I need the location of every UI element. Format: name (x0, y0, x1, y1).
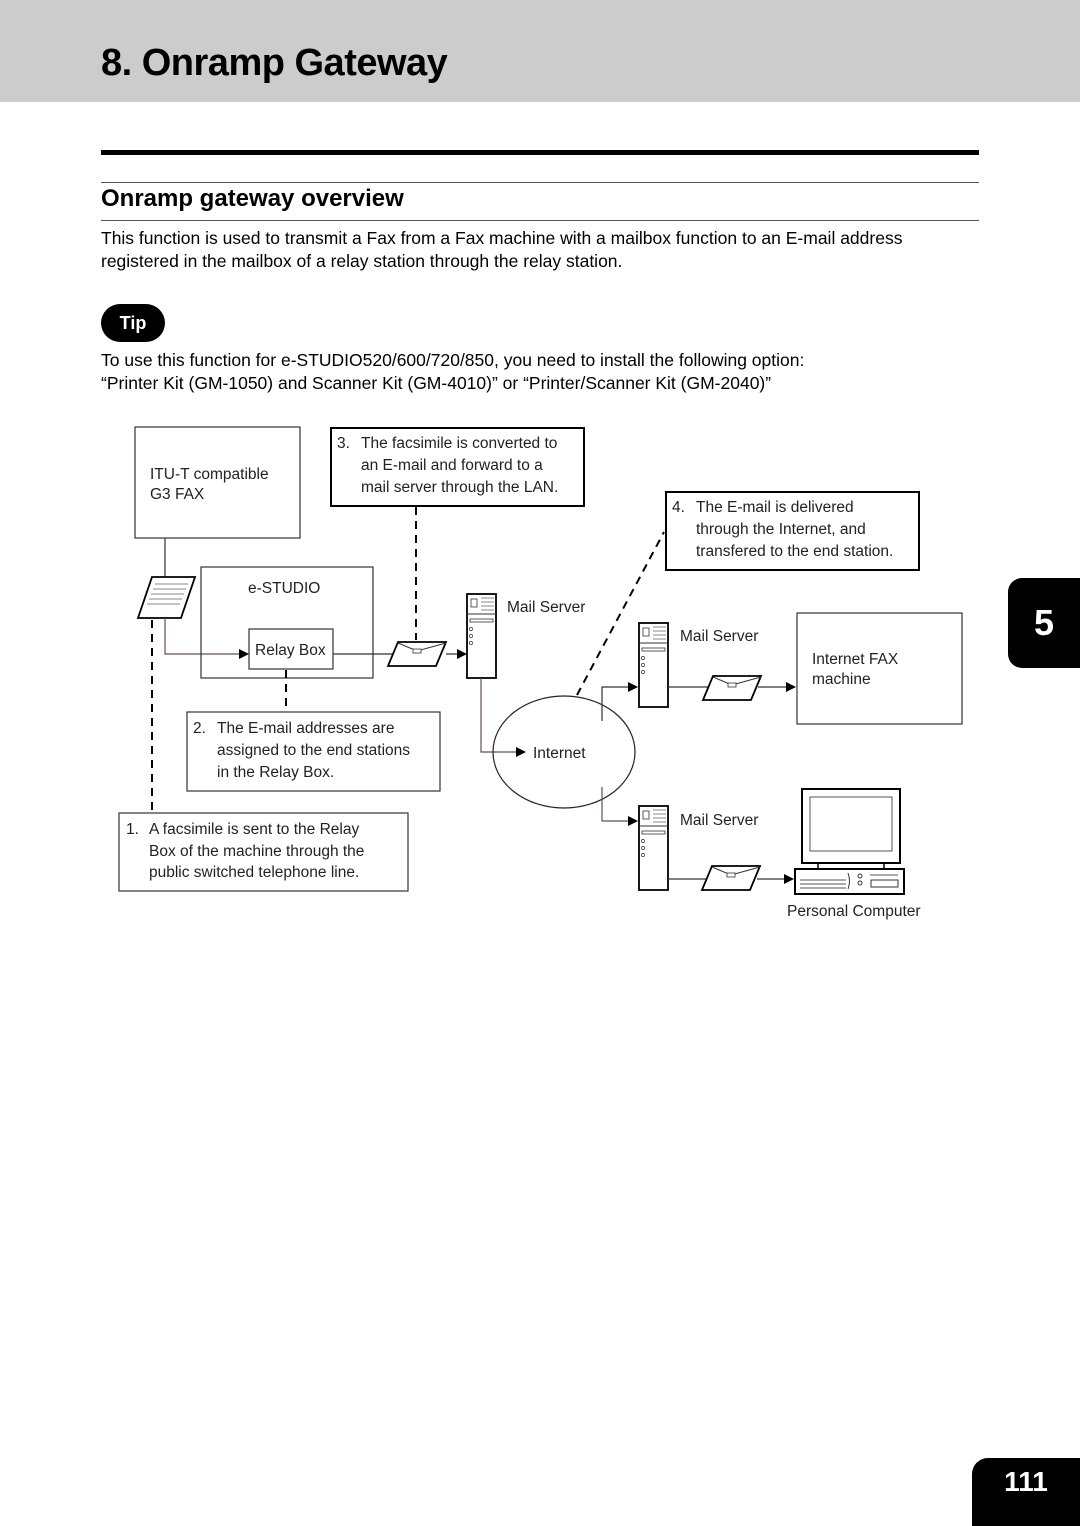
step-1-number: 1. (126, 821, 139, 838)
step-1-box: 1. A facsimile is sent to the Relay Box … (118, 812, 409, 892)
g3-fax-label-1: ITU-T compatible (150, 466, 269, 483)
step-3-line-2: an E-mail and forward to a (361, 457, 543, 474)
step-2-line-3: in the Relay Box. (217, 764, 334, 781)
internet-fax-box: Internet FAX machine (796, 612, 963, 725)
email-envelope-icon (700, 865, 762, 891)
step-2-line-1: The E-mail addresses are (217, 720, 394, 737)
step-2-number: 2. (193, 720, 206, 737)
step-3-line-1: The facsimile is converted to (361, 435, 557, 452)
g3-fax-label-2: G3 FAX (150, 486, 205, 503)
step-1-line-1: A facsimile is sent to the Relay (149, 821, 359, 838)
internet-label: Internet (533, 745, 586, 762)
email-envelope-icon (386, 641, 448, 667)
step-4-line-2: through the Internet, and (696, 521, 866, 538)
mail-server-3-label: Mail Server (680, 812, 758, 829)
personal-computer-icon (794, 788, 905, 895)
step-2-line-2: assigned to the end stations (217, 742, 410, 759)
step-3-number: 3. (337, 435, 350, 452)
internet-fax-label-1: Internet FAX (812, 651, 899, 668)
step-2-box: 2. The E-mail addresses are assigned to … (186, 711, 441, 792)
g3-fax-box: ITU-T compatible G3 FAX (134, 426, 301, 539)
relay-box-label: Relay Box (255, 642, 326, 659)
step-4-number: 4. (672, 499, 685, 516)
step-3-box: 3. The facsimile is converted to an E-ma… (330, 427, 585, 507)
relay-box: Relay Box (248, 628, 334, 670)
step-4-line-3: transfered to the end station. (696, 543, 893, 560)
page-number: 111 (972, 1458, 1080, 1526)
mail-server-1-label: Mail Server (507, 599, 585, 616)
step-4-box: 4. The E-mail is delivered through the I… (665, 491, 920, 571)
internet-fax-label-2: machine (812, 671, 871, 688)
mail-server-2-icon (638, 622, 669, 708)
email-envelope-icon (701, 675, 763, 701)
chapter-tab: 5 (1008, 578, 1080, 668)
mail-server-1-icon (466, 593, 497, 679)
step-3-line-3: mail server through the LAN. (361, 479, 558, 496)
mail-server-2-label: Mail Server (680, 628, 758, 645)
personal-computer-label: Personal Computer (787, 903, 921, 920)
fax-document-icon (136, 576, 197, 619)
step-1-line-2: Box of the machine through the (149, 843, 364, 860)
onramp-diagram: ITU-T compatible G3 FAX e-STUDIO Relay B… (118, 426, 963, 920)
step-4-line-1: The E-mail is delivered (696, 499, 854, 516)
step-1-line-3: public switched telephone line. (149, 864, 359, 881)
mail-server-3-icon (638, 805, 669, 891)
e-studio-label: e-STUDIO (248, 580, 320, 597)
